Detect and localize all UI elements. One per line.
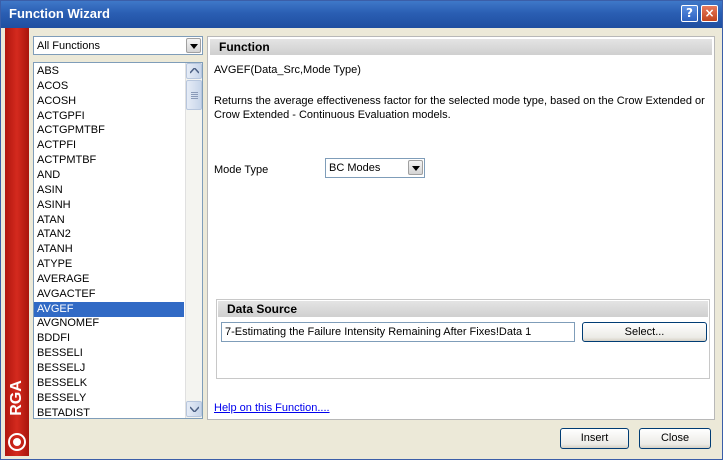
- title-bar: Function Wizard ? ×: [1, 1, 722, 28]
- close-button[interactable]: Close: [639, 428, 711, 449]
- function-list-item[interactable]: BESSELI: [34, 346, 184, 361]
- function-list-item[interactable]: ACTPMTBF: [34, 153, 184, 168]
- data-source-input[interactable]: 7-Estimating the Failure Intensity Remai…: [221, 322, 575, 342]
- mode-type-select[interactable]: BC Modes: [325, 158, 425, 178]
- function-list-item[interactable]: AVGACTEF: [34, 287, 184, 302]
- function-list-item[interactable]: AVERAGE: [34, 272, 184, 287]
- function-list[interactable]: ABS ACOS ACOSH ACTGPFI ACTGPMTBF ACTPFI ACTPMT…: [33, 62, 203, 419]
- function-list-item[interactable]: BDDFI: [34, 331, 184, 346]
- window-title: Function Wizard: [9, 6, 110, 21]
- rga-logo-text: RGA: [8, 380, 25, 416]
- function-list-item[interactable]: ACTPFI: [34, 138, 184, 153]
- help-on-function-link[interactable]: Help on this Function....: [214, 402, 330, 414]
- function-list-item[interactable]: AVGEF: [34, 301, 184, 317]
- function-list-item[interactable]: AND: [34, 168, 184, 183]
- function-list-item[interactable]: BESSELK: [34, 376, 184, 391]
- insert-button[interactable]: Insert: [560, 428, 629, 449]
- help-icon[interactable]: ?: [681, 5, 698, 22]
- function-panel: Function AVGEF(Data_Src,Mode Type) Retur…: [207, 36, 715, 420]
- function-category-select[interactable]: All Functions: [33, 36, 203, 55]
- function-list-scrollbar[interactable]: [185, 63, 202, 418]
- function-list-item[interactable]: AVGNOMEF: [34, 316, 184, 331]
- rga-brand-strip: RGA: [5, 28, 29, 456]
- scroll-down-icon[interactable]: [186, 401, 202, 417]
- chevron-down-icon[interactable]: [408, 160, 423, 175]
- function-category-value: All Functions: [37, 40, 100, 52]
- chevron-down-icon[interactable]: [186, 38, 201, 53]
- function-list-item[interactable]: ATAN: [34, 213, 184, 228]
- scrollbar-thumb[interactable]: [186, 80, 202, 110]
- function-list-item[interactable]: BESSELJ: [34, 361, 184, 376]
- function-list-item[interactable]: ACOSH: [34, 94, 184, 109]
- function-list-item[interactable]: BETADIST: [34, 406, 184, 418]
- data-source-header: Data Source: [218, 301, 708, 317]
- function-list-item[interactable]: ACOS: [34, 79, 184, 94]
- function-wizard-window: Function Wizard ? × RGA All Functions AB…: [0, 0, 723, 460]
- function-list-item[interactable]: ATANH: [34, 242, 184, 257]
- rga-logo-icon: [8, 433, 26, 451]
- close-icon[interactable]: ×: [701, 5, 718, 22]
- function-list-item[interactable]: ACTGPMTBF: [34, 123, 184, 138]
- function-list-item[interactable]: ABS: [34, 64, 184, 79]
- dialog-body: RGA All Functions ABS ACOS ACOSH ACTGPFI ACT…: [3, 28, 720, 458]
- scroll-up-icon[interactable]: [186, 63, 202, 79]
- function-header: Function: [210, 39, 712, 55]
- function-signature: AVGEF(Data_Src,Mode Type): [214, 64, 361, 76]
- mode-type-label: Mode Type: [214, 164, 269, 176]
- function-list-item[interactable]: ATYPE: [34, 257, 184, 272]
- function-list-item[interactable]: BESSELY: [34, 391, 184, 406]
- svg-text:RGA: RGA: [8, 380, 25, 416]
- function-list-item[interactable]: ASINH: [34, 198, 184, 213]
- function-list-item[interactable]: ACTGPFI: [34, 109, 184, 124]
- grip-icon: [191, 92, 198, 99]
- data-source-group: Data Source 7-Estimating the Failure Int…: [216, 299, 710, 379]
- function-list-item[interactable]: ASIN: [34, 183, 184, 198]
- function-description: Returns the average effectiveness factor…: [214, 95, 705, 121]
- data-source-select-button[interactable]: Select...: [582, 322, 707, 342]
- function-list-item[interactable]: ATAN2: [34, 227, 184, 242]
- mode-type-value: BC Modes: [329, 162, 381, 174]
